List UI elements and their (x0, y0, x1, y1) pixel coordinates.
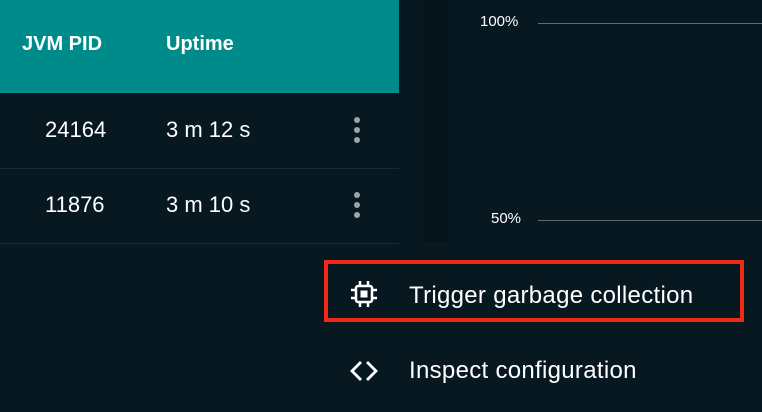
row-actions-kebab-icon[interactable] (348, 115, 366, 145)
column-header-uptime[interactable]: Uptime (166, 33, 234, 56)
kebab-dot (354, 127, 360, 133)
cell-uptime: 3 m 10 s (166, 192, 251, 217)
table-row[interactable]: 11876 3 m 10 s (0, 168, 399, 244)
kebab-dot (354, 137, 360, 143)
column-header-jvm-pid[interactable]: JVM PID (22, 33, 102, 56)
scrollbar-track[interactable] (424, 0, 448, 242)
y-axis-tick-100: 100% (480, 13, 519, 30)
cell-jvm-pid: 24164 (45, 117, 107, 142)
table-row[interactable]: 24164 3 m 12 s (0, 93, 399, 169)
cell-jvm-pid: 11876 (45, 192, 105, 217)
menu-item-label: Inspect configuration (409, 357, 637, 384)
menu-item-inspect-configuration[interactable]: Inspect configuration (314, 333, 762, 409)
chip-icon (348, 278, 380, 310)
usage-chart: 100% 50% (448, 0, 762, 250)
gridline-100 (538, 23, 762, 24)
row-actions-menu: Trigger garbage collection Inspect confi… (314, 250, 762, 412)
kebab-dot (354, 202, 360, 208)
gridline-50 (538, 220, 762, 221)
kebab-dot (354, 117, 360, 123)
table-header: JVM PID Uptime (0, 0, 399, 93)
row-actions-kebab-icon[interactable] (348, 190, 366, 220)
kebab-dot (354, 212, 360, 218)
menu-item-label: Trigger garbage collection (409, 282, 694, 309)
kebab-dot (354, 192, 360, 198)
menu-item-trigger-gc[interactable]: Trigger garbage collection (314, 256, 762, 332)
cell-uptime: 3 m 12 s (166, 117, 251, 142)
y-axis-tick-50: 50% (491, 210, 522, 227)
code-icon (348, 355, 380, 387)
